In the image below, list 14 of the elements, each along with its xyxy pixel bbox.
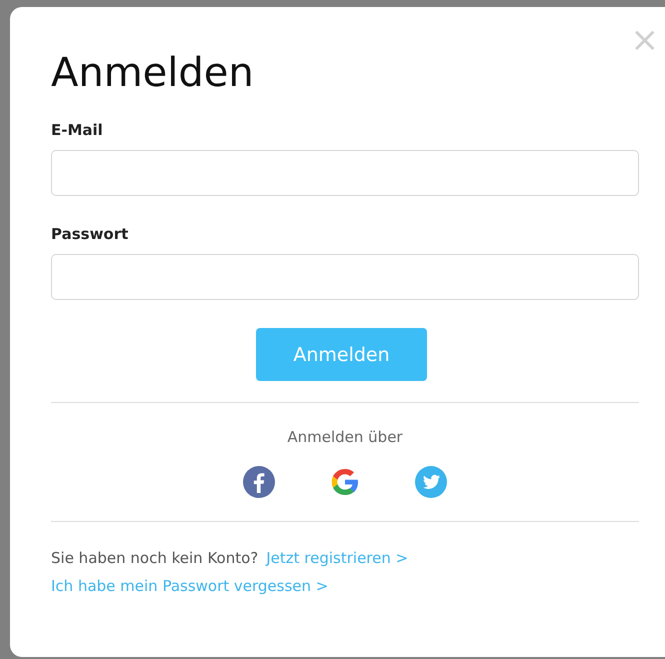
input-field[interactable]: [51, 254, 639, 300]
social-login-label: Anmelden über: [287, 428, 403, 446]
close-button[interactable]: ×: [628, 25, 661, 55]
input-field[interactable]: [51, 150, 639, 196]
account-question: Sie haben noch kein Konto?: [51, 549, 258, 567]
facebook-icon[interactable]: [243, 466, 275, 498]
field-label: E-Mail: [51, 121, 103, 139]
google-icon[interactable]: [329, 466, 361, 498]
twitter-icon[interactable]: [415, 466, 447, 498]
forgot-password-link[interactable]: Ich habe mein Passwort vergessen >: [51, 577, 328, 595]
login-button[interactable]: Anmelden: [256, 328, 427, 381]
dialog-title: Anmelden: [51, 49, 254, 98]
register-link[interactable]: Jetzt registrieren >: [266, 549, 408, 567]
field-label: Passwort: [51, 225, 128, 243]
